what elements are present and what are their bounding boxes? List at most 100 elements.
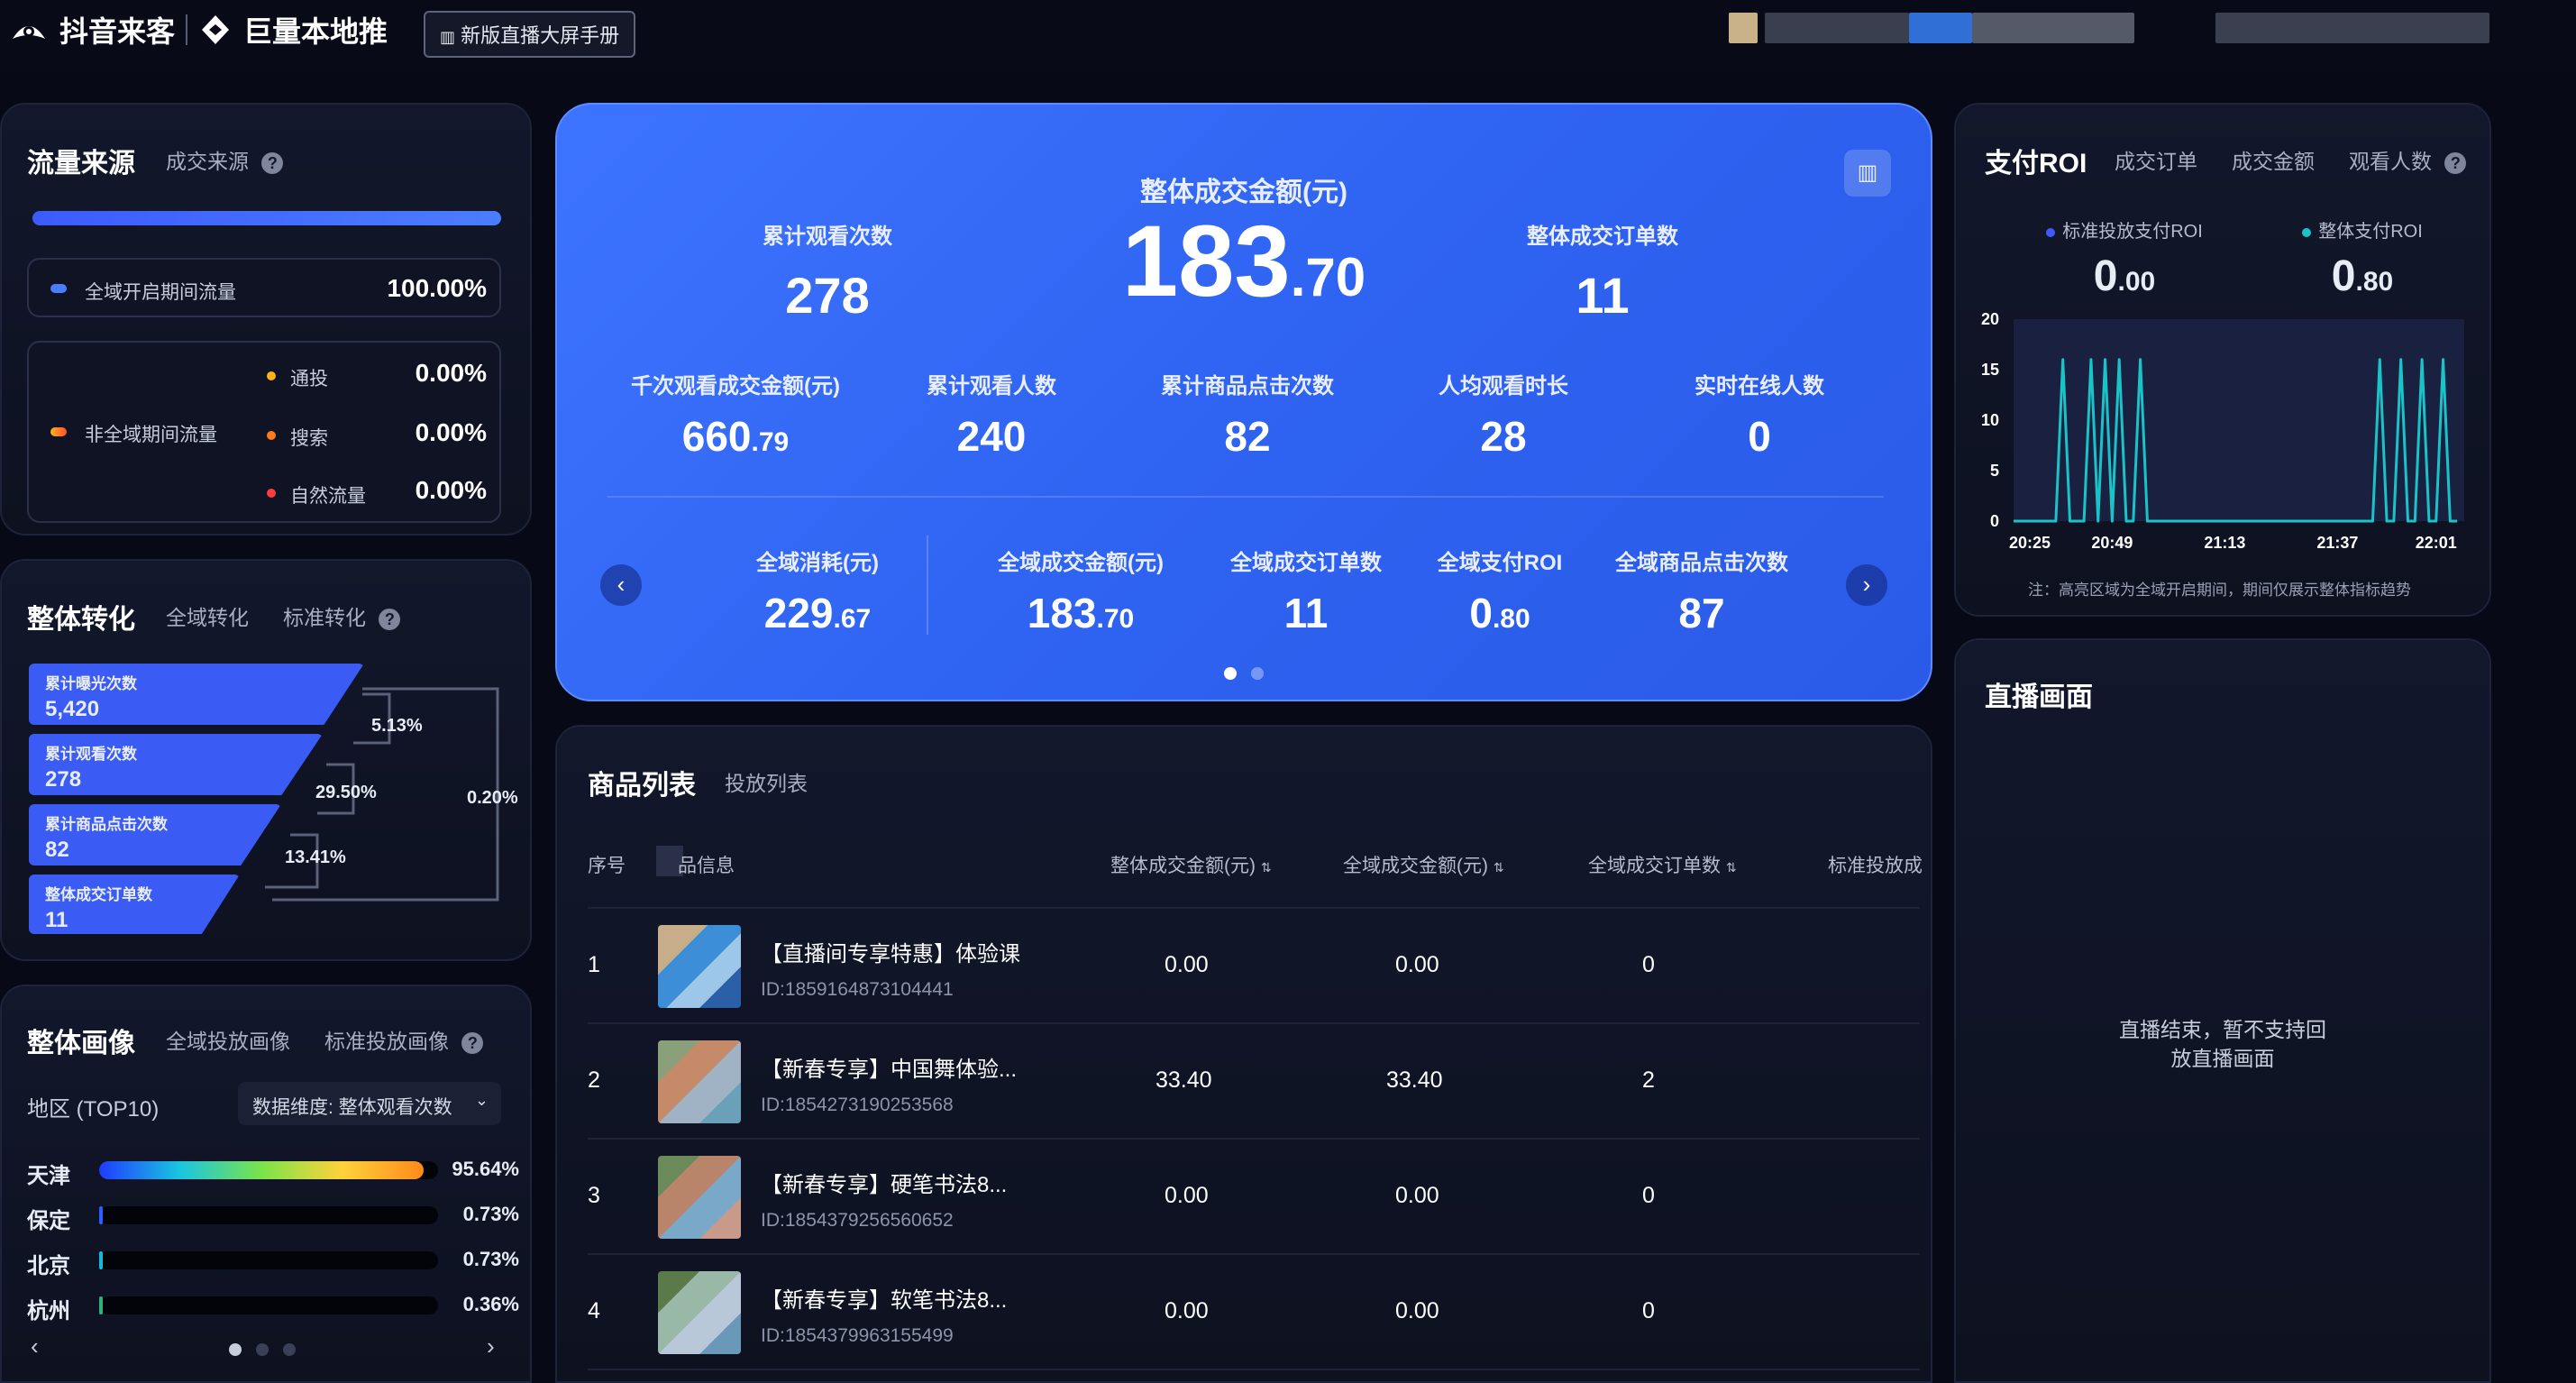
y-tick-label: 20 xyxy=(1981,310,1999,328)
region-name: 保定 xyxy=(27,1209,70,1233)
tab-standard-conversion[interactable]: 标准转化 ? xyxy=(283,600,401,631)
table-row[interactable]: 4 【新春专享】软笔书法8... ID:1854379963155499 0.0… xyxy=(588,1255,1920,1370)
hero-prev-icon[interactable]: ‹ xyxy=(600,564,642,606)
x-tick-label: 22:01 xyxy=(2416,534,2457,552)
legend-standard-label: 标准投放支付ROI xyxy=(2062,222,2203,242)
x-tick-label: 20:25 xyxy=(2009,534,2051,552)
row-all-domain-gmv: 0.00 xyxy=(1395,1298,1439,1323)
product-name[interactable]: 【新春专享】硬笔书法8... xyxy=(761,1167,1007,1198)
table-row[interactable]: 2 【新春专享】中国舞体验... ID:1854273190253568 33.… xyxy=(588,1024,1920,1140)
product-name[interactable]: 【新春专享】软笔书法8... xyxy=(761,1282,1007,1314)
product-name[interactable]: 【直播间专享特惠】体验课 xyxy=(761,936,1020,967)
tab-all-domain-portrait[interactable]: 全域投放画像 xyxy=(166,1024,290,1055)
product-thumbnail xyxy=(658,1040,741,1123)
live-ended-line1: 直播结束，暂不支持回 xyxy=(2119,1018,2326,1041)
hero-metric-label: 全域成交金额(元) xyxy=(998,551,1164,575)
traffic-all-domain-row: 全域开启期间流量 100.00% xyxy=(27,258,501,317)
legend-dot-natural xyxy=(267,489,276,498)
brand-douyin: 抖音来客 巨量本地推 xyxy=(9,9,388,50)
hero-metric: 全域成交金额(元) 183.70 xyxy=(968,545,1193,637)
tab-deal-source[interactable]: 成交来源 ? xyxy=(166,144,284,175)
region-name: 杭州 xyxy=(27,1299,70,1323)
product-id: ID:1854273190253568 xyxy=(761,1094,954,1115)
hero-left-metric: 累计观看次数 278 xyxy=(719,218,936,325)
chart-note: 注：高亮区域为全域开启期间，期间仅展示整体指标趋势 xyxy=(2028,582,2411,599)
sort-icon: ⇅ xyxy=(1493,860,1504,875)
product-list-title: 商品列表 xyxy=(588,771,696,801)
help-icon[interactable]: ? xyxy=(379,609,401,630)
tab-viewers[interactable]: 观看人数 ? xyxy=(2349,144,2467,175)
traffic-item-label: 搜索 xyxy=(290,428,328,449)
legend-dot-search xyxy=(267,431,276,440)
next-page-icon[interactable]: › xyxy=(487,1333,495,1360)
hero-metric-value: 11 xyxy=(1283,590,1329,637)
traffic-item-value: 0.00% xyxy=(415,418,487,446)
y-tick-label: 0 xyxy=(1990,512,1999,530)
region-name: 北京 xyxy=(27,1254,70,1278)
col-total-gmv[interactable]: 整体成交金额(元) ⇅ xyxy=(1110,851,1272,878)
chart-highlight-area xyxy=(2014,319,2464,521)
page-dot[interactable] xyxy=(283,1343,296,1356)
tab-deal-amount[interactable]: 成交金额 xyxy=(2232,144,2315,175)
hero-next-icon[interactable]: › xyxy=(1846,564,1887,606)
brand-separator xyxy=(186,14,188,45)
hero-metric: 累计商品点击次数 82 xyxy=(1119,368,1375,461)
tab-standard-conversion-label: 标准转化 xyxy=(283,606,366,629)
legend-dot-blue xyxy=(50,284,67,293)
page-dot[interactable] xyxy=(256,1343,269,1356)
funnel-step-product-clicks: 累计商品点击次数 82 xyxy=(29,804,281,866)
tab-ad-list[interactable]: 投放列表 xyxy=(725,766,808,797)
page-dot-active[interactable] xyxy=(229,1343,242,1356)
account-info-blurred xyxy=(1729,13,2134,43)
col-all-domain-gmv[interactable]: 全域成交金额(元) ⇅ xyxy=(1343,851,1504,878)
hero-metric: 全域商品点击次数 87 xyxy=(1585,545,1819,637)
hero-page-dot[interactable] xyxy=(1251,667,1264,680)
account-detail-blurred xyxy=(2215,13,2489,43)
tab-all-domain-conversion[interactable]: 全域转化 xyxy=(166,600,249,631)
hero-metric-value: 183.70 xyxy=(1027,590,1135,637)
tab-deal-source-label: 成交来源 xyxy=(166,150,249,173)
col-standard-deal: 标准投放成交 xyxy=(1828,856,1922,876)
table-row[interactable]: 3 【新春专享】硬笔书法8... ID:1854379256560652 0.0… xyxy=(588,1140,1920,1255)
region-row: 北京 0.73% xyxy=(27,1244,519,1289)
tab-deal-orders[interactable]: 成交订单 xyxy=(2115,144,2197,175)
row-all-domain-gmv: 0.00 xyxy=(1395,1183,1439,1208)
help-icon[interactable]: ? xyxy=(461,1032,484,1054)
y-tick-label: 10 xyxy=(1981,411,1999,429)
product-name[interactable]: 【新春专享】中国舞体验... xyxy=(761,1051,1017,1083)
help-icon[interactable]: ? xyxy=(261,152,284,174)
hero-row-2: 千次观看成交金额(元) 660.79 累计观看人数 240 累计商品点击次数 82 人… xyxy=(607,368,1887,461)
dimension-select[interactable]: 数据维度: 整体观看次数 ⌄ xyxy=(238,1082,501,1125)
total-gmv-label: 整体成交金额(元) xyxy=(1140,178,1347,207)
col-all-domain-orders[interactable]: 全域成交订单数 ⇅ xyxy=(1588,851,1737,878)
table-header: 序号 品信息 整体成交金额(元) ⇅ 全域成交金额(元) ⇅ 全域成交订单数 ⇅… xyxy=(588,846,1922,887)
row-index: 4 xyxy=(588,1298,600,1323)
product-id: ID:1854379256560652 xyxy=(761,1210,954,1231)
product-id: ID:1859164873104441 xyxy=(761,979,954,1000)
hero-page-dot-active[interactable] xyxy=(1224,667,1237,680)
region-bar-track xyxy=(99,1161,438,1179)
hero-metric-label: 累计观看人数 xyxy=(927,374,1056,398)
traffic-source-title: 流量来源 xyxy=(27,149,135,179)
table-row[interactable]: 1 【直播间专享特惠】体验课 ID:1859164873104441 0.00 … xyxy=(588,909,1920,1024)
prev-page-icon[interactable]: ‹ xyxy=(31,1333,39,1360)
traffic-non-all-domain-label: 非全域期间流量 xyxy=(85,425,217,445)
col-index: 序号 xyxy=(588,856,626,876)
chart-toggle-icon[interactable]: ▥ xyxy=(1844,150,1891,197)
region-label: 地区 (TOP10) xyxy=(27,1097,160,1122)
top-bar: 抖音来客 巨量本地推 ▥ 新版直播大屏手册 xyxy=(0,0,2576,72)
x-tick-label: 21:37 xyxy=(2316,534,2358,552)
tab-standard-portrait[interactable]: 标准投放画像 ? xyxy=(324,1024,484,1055)
row-total-gmv: 33.40 xyxy=(1156,1067,1212,1093)
funnel-rate-overall: 0.20% xyxy=(467,788,518,808)
funnel-rate-3: 13.41% xyxy=(285,847,346,867)
col-product-info: 品信息 xyxy=(678,856,735,876)
help-icon[interactable]: ? xyxy=(2444,152,2467,174)
hero-metric-label: 全域支付ROI xyxy=(1437,551,1563,575)
sort-icon: ⇅ xyxy=(1260,860,1272,875)
hero-metric-value: 87 xyxy=(1678,590,1725,637)
hero-metric: 人均观看时长 28 xyxy=(1375,368,1631,461)
hero-divider xyxy=(607,496,1884,498)
product-thumbnail xyxy=(658,1156,741,1239)
manual-button[interactable]: ▥ 新版直播大屏手册 xyxy=(424,11,636,58)
